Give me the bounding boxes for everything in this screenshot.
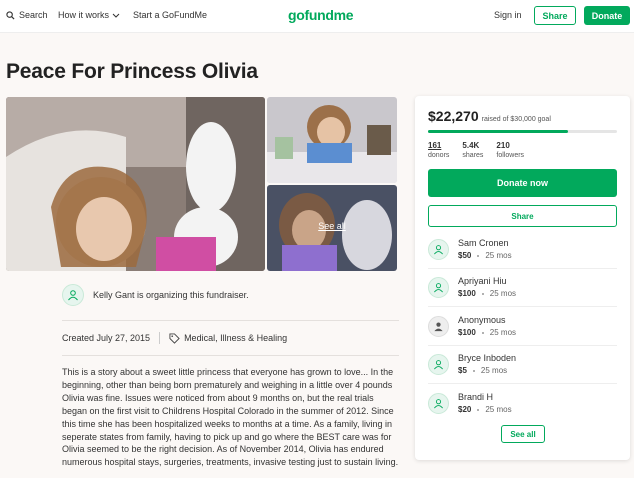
stat-donors[interactable]: 161 donors [428,141,449,161]
donate-button-top[interactable]: Donate [584,6,630,25]
progress-fill [428,130,569,133]
search-label: Search [19,10,48,20]
raised-amount: $22,270 [428,108,479,124]
donor-name: Anonymous [458,315,506,325]
person-icon [434,322,443,331]
divider [62,320,399,321]
donor-time: 25 mos [485,405,512,414]
donor-amount: $20 [458,405,472,414]
created-date: Created July 27, 2015 [62,333,151,343]
tag-icon [169,332,180,344]
how-it-works-menu[interactable]: How it works [58,10,120,20]
stat-value: 161 [428,141,442,150]
campaign-meta: Created July 27, 2015 Medical, Illness &… [62,332,287,344]
donor-name: Bryce Inboden [458,353,517,363]
donor-name: Sam Cronen [458,238,509,248]
gofundme-logo[interactable]: gofundme [288,7,354,23]
meta-separator [159,332,161,344]
see-all-photos-link[interactable]: See all [267,221,397,231]
organizer-row: Kelly Gant is organizing this fundraiser… [62,284,249,306]
donor-item: Brandi H $20 25 mos [428,384,617,422]
stat-label: shares [462,152,484,159]
bullet [481,331,484,334]
how-it-works-label: How it works [58,10,110,20]
stat-value: 5.4K [462,141,480,150]
donor-avatar [428,238,449,260]
person-icon [434,244,443,254]
search-link[interactable]: Search [6,10,48,20]
share-button[interactable]: Share [428,205,617,227]
campaign-photo-3[interactable]: See all [267,185,397,271]
donor-time: 25 mos [480,366,508,375]
bullet [477,408,480,411]
donor-name: Apriyani Hiu [458,276,507,286]
person-icon [434,282,443,292]
donor-amount: $5 [458,366,467,375]
stat-shares: 5.4K shares [462,141,483,161]
organizer-avatar [62,284,84,306]
donor-item: Apriyani Hiu $100 25 mos [428,268,617,306]
donor-time: 25 mos [485,251,512,260]
organizer-text: Kelly Gant is organizing this fundraiser… [93,290,249,300]
donor-avatar [428,315,449,337]
donor-item: Sam Cronen $50 25 mos [428,230,617,268]
donor-item: Bryce Inboden $5 25 mos [428,345,617,383]
stat-followers: 210 followers [496,141,524,161]
search-icon [6,10,15,20]
donor-avatar [428,353,449,375]
donor-item: Anonymous $100 25 mos [428,307,617,345]
donor-amount: $100 [458,328,476,337]
donor-amount: $100 [458,289,476,298]
share-button-top[interactable]: Share [534,6,576,25]
person-icon [434,359,443,369]
stat-label: donors [428,152,450,159]
bullet [481,292,484,295]
donor-name: Brandi H [458,392,494,402]
person-icon [68,290,78,301]
top-nav: Search How it works Start a GoFundMe gof… [0,0,634,33]
stat-value: 210 [496,141,510,150]
chevron-down-icon [112,13,120,18]
start-gofundme-link[interactable]: Start a GoFundMe [133,10,207,20]
campaign-main-photo[interactable] [6,97,265,271]
donor-time: 25 mos [489,328,517,337]
donate-now-button[interactable]: Donate now [428,169,617,197]
donor-avatar [428,392,449,414]
category-link[interactable]: Medical, Illness & Healing [184,333,287,343]
raised-summary: $22,270 raised of $30,000 goal [428,108,551,124]
bullet [477,254,480,257]
goal-text: raised of $30,000 goal [481,116,551,123]
donor-amount: $50 [458,251,472,260]
sign-in-link[interactable]: Sign in [494,10,522,20]
stats-row: 161 donors 5.4K shares 210 followers [428,141,537,161]
stat-label: followers [496,152,525,159]
campaign-photo-2[interactable] [267,97,397,183]
see-all-donations-button[interactable]: See all [501,425,545,443]
campaign-story: This is a story about a sweet little pri… [62,367,399,468]
bullet [472,369,475,372]
divider [62,355,399,356]
donor-time: 25 mos [489,289,517,298]
campaign-title: Peace For Princess Olivia [6,60,258,83]
donation-card: $22,270 raised of $30,000 goal 161 donors… [415,96,630,460]
person-icon [434,398,443,408]
progress-bar [428,130,617,133]
donor-avatar [428,276,449,298]
